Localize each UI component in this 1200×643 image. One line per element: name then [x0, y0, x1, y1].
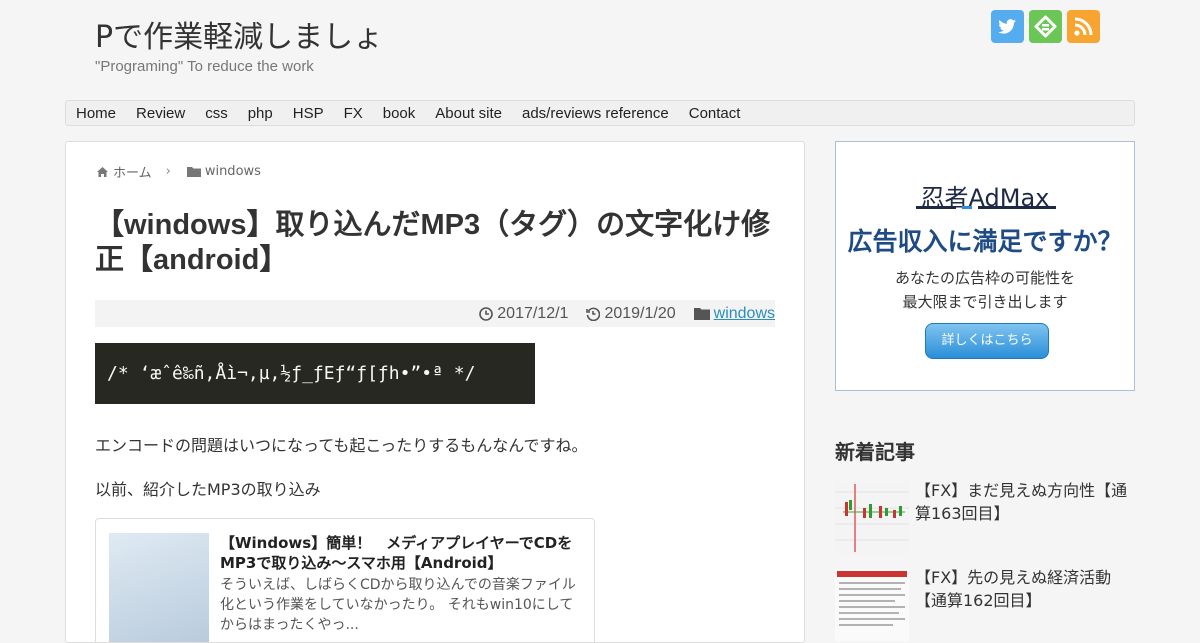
category-link[interactable]: windows	[714, 305, 775, 323]
clock-icon	[479, 306, 494, 321]
breadcrumb-home[interactable]: ホーム	[113, 162, 152, 181]
nav-css[interactable]: css	[195, 105, 238, 122]
published-date: 2017/12/1	[497, 304, 569, 322]
related-post-title[interactable]: 【Windows】簡単！ メディアプレイヤーでCDをMP3で取り込み～スマホ用【…	[220, 533, 580, 573]
article-title: 【windows】取り込んだMP3（タグ）の文字化け修正【android】	[95, 209, 771, 276]
related-post-card[interactable]: 【Windows】簡単！ メディアプレイヤーでCDをMP3で取り込み～スマホ用【…	[95, 518, 595, 642]
nav-review[interactable]: Review	[126, 105, 195, 122]
ad-line-1: あなたの広告枠の可能性を	[894, 269, 1075, 287]
history-icon	[586, 307, 601, 321]
nav-ads-reference[interactable]: ads/reviews reference	[512, 105, 679, 122]
breadcrumb: ホーム › windows	[96, 162, 261, 181]
recent-post-thumbnail[interactable]	[835, 569, 909, 641]
code-block: /* ‘æˆê‰ñ‚Åì¬‚µ‚½ƒ_ƒEƒ“ƒ[ƒh•”•ª */	[95, 343, 535, 404]
recent-post[interactable]: 【FX】先の見えぬ経済活動【通算162回目】	[835, 566, 1135, 641]
recent-posts-heading: 新着記事	[835, 440, 915, 464]
breadcrumb-category[interactable]: windows	[205, 164, 261, 179]
site-tagline: "Programing" To reduce the work	[95, 58, 314, 75]
ad-line-2: 最大限まで引き出します	[902, 293, 1068, 311]
chevron-right-icon: ›	[165, 164, 171, 179]
nav-contact[interactable]: Contact	[679, 105, 751, 122]
home-icon	[97, 166, 108, 177]
related-post-excerpt: そういえば、しばらくCDから取り込んでの音楽ファイル化という作業をしていなかった…	[220, 577, 576, 633]
advertisement-banner[interactable]: 忍者AdMax 広告収入に満足ですか？ あなたの広告枠の可能性を 最大限まで引き…	[835, 141, 1135, 391]
ad-headline: 広告収入に満足ですか？	[847, 227, 1123, 256]
rss-icon[interactable]	[1067, 10, 1100, 43]
article-panel: ホーム › windows 【windows】取り込んだMP3（タグ）の文字化け…	[65, 141, 805, 643]
folder-icon	[186, 167, 201, 177]
main-nav: Home Review css php HSP FX book About si…	[65, 100, 1135, 126]
nav-fx[interactable]: FX	[334, 105, 373, 122]
social-links	[991, 10, 1100, 43]
feedly-icon[interactable]	[1029, 10, 1062, 43]
paragraph: 以前、紹介したMP3の取り込み	[95, 480, 321, 499]
article-meta: 2017/12/1 2019/1/20 windows	[95, 300, 775, 327]
ad-brand-underline	[916, 206, 1056, 209]
nav-about[interactable]: About site	[425, 105, 512, 122]
recent-post-title[interactable]: 【FX】まだ見えぬ方向性【通算163回目】	[915, 479, 1133, 525]
recent-post-thumbnail[interactable]	[835, 482, 909, 554]
recent-post[interactable]: 【FX】まだ見えぬ方向性【通算163回目】	[835, 479, 1135, 554]
folder-icon	[693, 308, 710, 320]
recent-post-title[interactable]: 【FX】先の見えぬ経済活動【通算162回目】	[915, 566, 1133, 612]
ad-body: あなたの広告枠の可能性を 最大限まで引き出します	[836, 266, 1134, 314]
nav-hsp[interactable]: HSP	[283, 105, 334, 122]
paragraph: エンコードの問題はいつになっても起こったりするもんなんですね。	[95, 436, 588, 455]
twitter-icon[interactable]	[991, 10, 1024, 43]
updated-date: 2019/1/20	[604, 304, 676, 322]
related-post-thumbnail[interactable]	[109, 533, 209, 642]
nav-home[interactable]: Home	[66, 105, 126, 122]
nav-book[interactable]: book	[373, 105, 426, 122]
ad-details-button[interactable]: 詳しくはこちら	[925, 323, 1049, 359]
site-title[interactable]: Pで作業軽減しましょ	[95, 12, 383, 56]
nav-php[interactable]: php	[238, 105, 283, 122]
